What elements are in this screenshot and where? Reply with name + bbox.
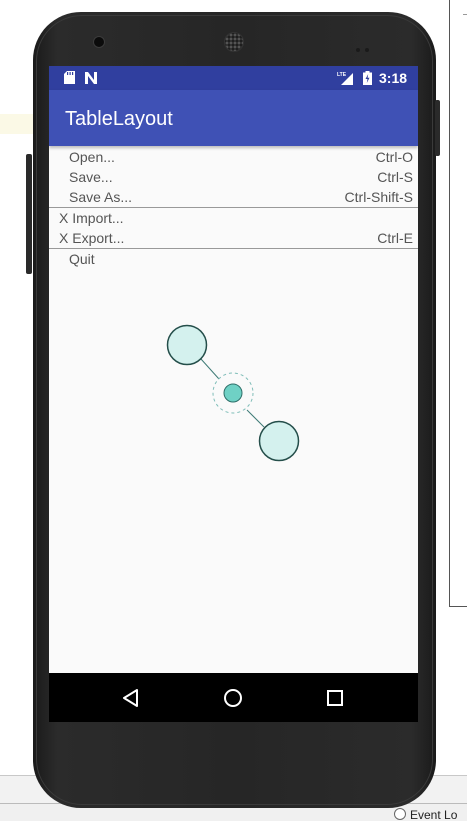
ide-right-panel [449, 0, 467, 607]
recent-apps-icon[interactable] [322, 685, 348, 711]
gesture-connector [246, 409, 265, 428]
gesture-connector [200, 358, 220, 380]
volume-button[interactable] [26, 154, 32, 274]
gesture-center-icon [223, 383, 243, 403]
event-log-radio-icon [394, 808, 406, 820]
touch-point-1-icon[interactable] [166, 324, 208, 366]
front-camera-icon [93, 36, 105, 48]
zoom-gesture-overlay [166, 324, 300, 462]
back-icon[interactable] [118, 685, 144, 711]
touch-point-2-icon[interactable] [258, 420, 300, 462]
home-icon[interactable] [220, 685, 246, 711]
navigation-bar [49, 673, 418, 722]
power-button[interactable] [435, 100, 440, 156]
device-screen: LTE 3:18 TableLayout Open... Ctrl-O Save… [49, 66, 418, 722]
earpiece-speaker-icon [224, 32, 244, 52]
proximity-sensors [356, 39, 374, 57]
